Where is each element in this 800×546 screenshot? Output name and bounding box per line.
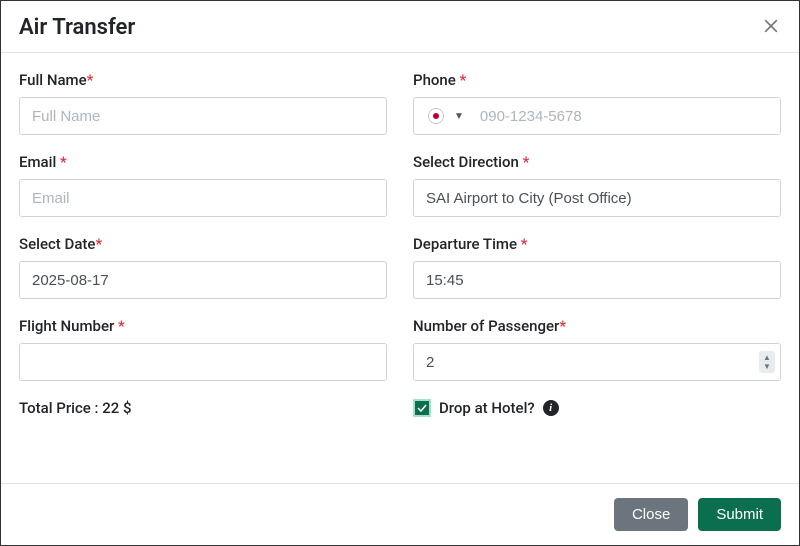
passengers-label: Number of Passenger* bbox=[413, 317, 781, 335]
submit-button[interactable]: Submit bbox=[698, 498, 781, 531]
drop-hotel-checkbox[interactable] bbox=[413, 399, 431, 417]
drop-hotel-label: Drop at Hotel? bbox=[439, 399, 535, 417]
number-stepper-icon[interactable]: ▲▼ bbox=[759, 351, 775, 373]
modal-body: Full Name* Phone * ▼ Email * Select Dire… bbox=[1, 53, 799, 483]
email-label: Email * bbox=[19, 153, 387, 171]
info-icon[interactable]: i bbox=[543, 400, 559, 416]
phone-input[interactable] bbox=[470, 98, 780, 134]
modal-footer: Close Submit bbox=[1, 483, 799, 545]
chevron-down-icon[interactable]: ▼ bbox=[454, 111, 464, 122]
modal-header: Air Transfer bbox=[1, 1, 799, 53]
date-input[interactable] bbox=[19, 261, 387, 299]
email-input[interactable] bbox=[19, 179, 387, 217]
japan-flag-icon bbox=[428, 108, 444, 124]
flight-number-label: Flight Number * bbox=[19, 317, 387, 335]
direction-select[interactable] bbox=[413, 179, 781, 217]
full-name-label: Full Name* bbox=[19, 71, 387, 89]
country-flag-picker[interactable] bbox=[422, 108, 450, 124]
close-button[interactable]: Close bbox=[614, 498, 688, 531]
modal-title: Air Transfer bbox=[19, 15, 135, 40]
total-price: Total Price : 22 $ bbox=[19, 399, 387, 417]
phone-field: ▼ bbox=[413, 97, 781, 135]
flight-number-input[interactable] bbox=[19, 343, 387, 381]
close-icon[interactable] bbox=[761, 16, 781, 40]
passengers-input[interactable] bbox=[413, 343, 781, 381]
phone-label: Phone * bbox=[413, 71, 781, 89]
departure-label: Departure Time * bbox=[413, 235, 781, 253]
direction-label: Select Direction * bbox=[413, 153, 781, 171]
full-name-input[interactable] bbox=[19, 97, 387, 135]
air-transfer-modal: Air Transfer Full Name* Phone * ▼ Email … bbox=[1, 1, 799, 545]
date-label: Select Date* bbox=[19, 235, 387, 253]
departure-time-input[interactable] bbox=[413, 261, 781, 299]
